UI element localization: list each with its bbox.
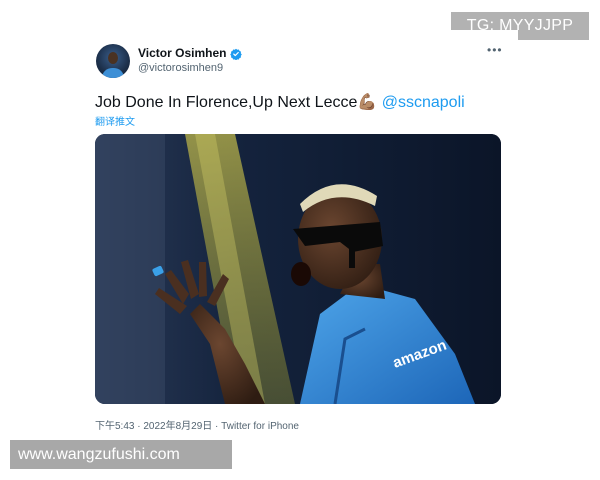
avatar-head (108, 52, 118, 64)
author-display-name[interactable]: Victor Osimhen (138, 46, 226, 60)
tweet-card[interactable]: Victor Osimhen @victorosimhen9 ••• Job D… (82, 30, 518, 440)
tweet-photo[interactable]: amazon (95, 134, 501, 404)
flexed-biceps-emoji: 💪🏽 (357, 94, 378, 111)
more-horizontal-icon[interactable]: ••• (487, 44, 503, 56)
tweet-text: Job Done In Florence,Up Next Lecce💪🏽 @ss… (95, 92, 465, 112)
verified-badge-icon (230, 47, 243, 61)
author-handle[interactable]: @victorosimhen9 (138, 62, 223, 74)
mention-link[interactable]: @sscnapoli (382, 94, 465, 111)
website-watermark: www.wangzufushi.com (10, 440, 232, 469)
tweet-body: Job Done In Florence,Up Next Lecce (95, 94, 358, 111)
tweet-timestamp[interactable]: 下午5:43 · 2022年8月29日 · Twitter for iPhone (95, 417, 299, 432)
avatar[interactable] (96, 44, 130, 78)
translate-tweet-link[interactable]: 翻译推文 (95, 113, 135, 128)
avatar-shirt (102, 68, 124, 78)
screenshot-page: TG: MYYJJPP Victor Osimhen @victorosimhe… (0, 0, 600, 480)
author-name-row[interactable]: Victor Osimhen (138, 46, 243, 61)
player-photo: amazon (95, 134, 501, 404)
